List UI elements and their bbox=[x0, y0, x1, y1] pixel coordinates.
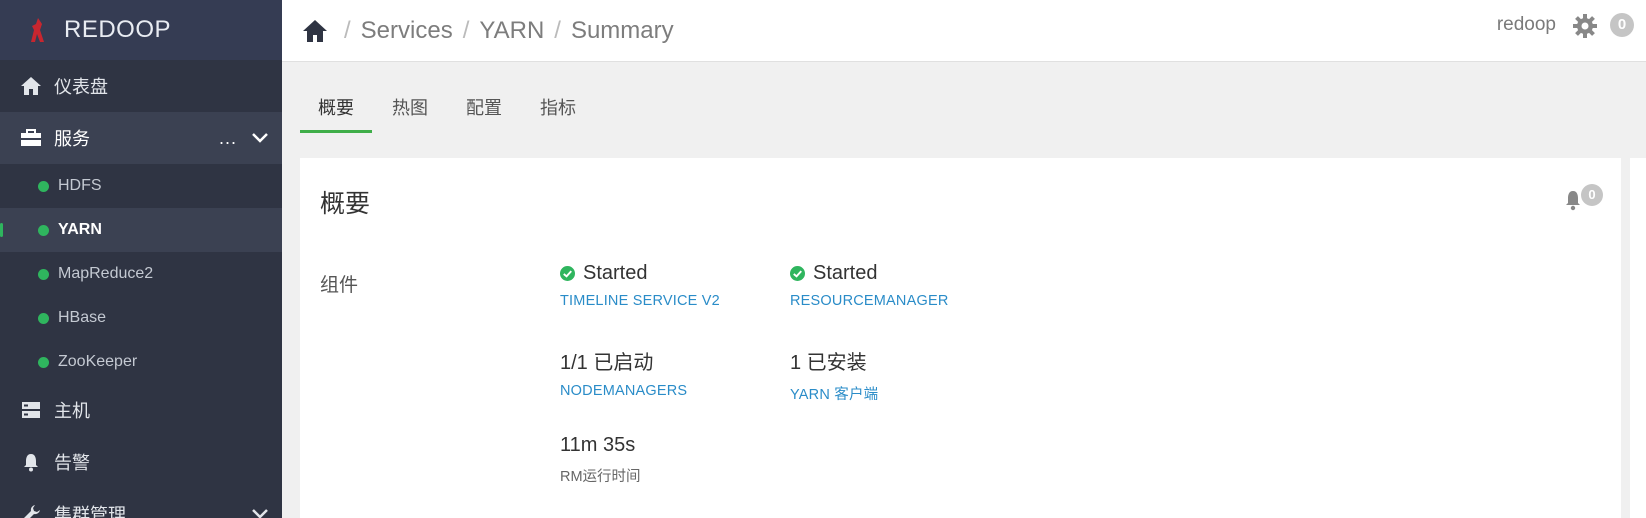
sidebar-item-label: 仪表盘 bbox=[54, 77, 108, 97]
bell-icon bbox=[1566, 191, 1580, 211]
more-actions-button[interactable]: ... bbox=[219, 128, 237, 149]
uptime-value: 11m 35s bbox=[560, 434, 636, 456]
alerts-indicator[interactable]: 0 bbox=[1563, 184, 1603, 211]
sidebar-service-hbase[interactable]: HBase bbox=[0, 296, 282, 340]
components-label: 组件 bbox=[320, 275, 359, 296]
sidebar-service-mapreduce2[interactable]: MapReduce2 bbox=[0, 252, 282, 296]
notification-count-badge[interactable]: 0 bbox=[1610, 13, 1634, 37]
status-dot-icon bbox=[38, 224, 49, 236]
status-text: Started bbox=[583, 262, 648, 284]
server-icon bbox=[20, 399, 42, 421]
panel-title: 概要 bbox=[320, 190, 371, 218]
gear-icon[interactable] bbox=[1572, 13, 1598, 39]
brand[interactable]: REDOOP bbox=[0, 0, 282, 60]
service-tabs: 概要 热图 配置 指标 bbox=[300, 88, 596, 133]
breadcrumb-yarn[interactable]: YARN bbox=[479, 17, 544, 45]
service-label: HBase bbox=[58, 309, 107, 326]
sidebar-item-label: 集群管理 bbox=[54, 505, 126, 518]
status-text: Started bbox=[813, 262, 878, 284]
home-icon bbox=[20, 75, 42, 97]
top-bar: / Services / YARN / Summary redoop 0 bbox=[282, 0, 1646, 62]
bell-icon bbox=[20, 451, 42, 473]
tab-summary[interactable]: 概要 bbox=[300, 88, 372, 133]
sidebar-service-zookeeper[interactable]: ZooKeeper bbox=[0, 340, 282, 384]
tab-metrics[interactable]: 指标 bbox=[522, 88, 594, 133]
sidebar-service-yarn[interactable]: YARN bbox=[0, 208, 282, 252]
sidebar-service-hdfs[interactable]: HDFS bbox=[0, 164, 282, 208]
chevron-down-icon[interactable] bbox=[250, 504, 270, 518]
breadcrumb-summary: Summary bbox=[570, 16, 674, 44]
status-dot-icon bbox=[38, 268, 49, 280]
home-icon[interactable] bbox=[302, 18, 328, 44]
status-text: 1 已安装 bbox=[790, 352, 867, 374]
tab-configs[interactable]: 配置 bbox=[448, 88, 520, 133]
sidebar-item-dashboard[interactable]: 仪表盘 bbox=[0, 60, 282, 112]
briefcase-icon bbox=[20, 127, 42, 149]
redoop-logo-icon bbox=[31, 18, 44, 42]
status-dot-icon bbox=[38, 356, 49, 368]
brand-name: REDOOP bbox=[64, 16, 172, 43]
service-label: ZooKeeper bbox=[58, 353, 138, 370]
component-nodemanagers: 1/1 已启动 NODEMANAGERS bbox=[560, 346, 687, 399]
tab-heatmap[interactable]: 热图 bbox=[374, 88, 446, 133]
sidebar-item-alerts[interactable]: 告警 bbox=[0, 436, 282, 488]
component-link[interactable]: RESOURCEMANAGER bbox=[790, 293, 949, 309]
service-label: YARN bbox=[58, 221, 102, 238]
user-menu[interactable]: redoop bbox=[1497, 14, 1556, 36]
breadcrumb-services[interactable]: Services bbox=[361, 17, 453, 45]
component-link[interactable]: TIMELINE SERVICE V2 bbox=[560, 293, 720, 309]
component-resourcemanager: Started RESOURCEMANAGER bbox=[790, 262, 949, 309]
sidebar-item-label: 主机 bbox=[54, 401, 90, 421]
service-label: HDFS bbox=[58, 177, 102, 194]
check-circle-icon bbox=[790, 266, 805, 281]
status-text: 1/1 已启动 bbox=[560, 352, 654, 374]
component-yarn-client: 1 已安装 YARN 客户端 bbox=[790, 346, 878, 404]
component-status: Started bbox=[560, 262, 720, 285]
uptime-label: RM运行时间 bbox=[560, 469, 641, 485]
breadcrumb: / Services / YARN / Summary bbox=[334, 17, 674, 45]
breadcrumb-separator: / bbox=[462, 16, 470, 44]
status-dot-icon bbox=[38, 180, 49, 192]
sidebar-item-hosts[interactable]: 主机 bbox=[0, 384, 282, 436]
summary-panel: 概要 0 组件 Started TIMELINE SERVICE V2 Star… bbox=[300, 158, 1621, 518]
alert-count-badge: 0 bbox=[1581, 184, 1603, 206]
right-panel-edge bbox=[1630, 158, 1646, 518]
component-link[interactable]: NODEMANAGERS bbox=[560, 383, 687, 399]
service-label: MapReduce2 bbox=[58, 265, 154, 282]
check-circle-icon bbox=[560, 266, 575, 281]
sidebar: REDOOP 仪表盘 服务 ... HDFS YARN MapReduce2 H… bbox=[0, 0, 282, 518]
wrench-icon bbox=[20, 503, 42, 518]
sidebar-item-cluster-admin[interactable]: 集群管理 bbox=[0, 488, 282, 518]
breadcrumb-separator: / bbox=[554, 16, 561, 44]
component-link[interactable]: YARN 客户端 bbox=[790, 383, 878, 404]
component-timeline-service: Started TIMELINE SERVICE V2 bbox=[560, 262, 720, 309]
status-dot-icon bbox=[38, 312, 49, 324]
rm-uptime: 11m 35s RM运行时间 bbox=[560, 434, 641, 486]
sidebar-item-label: 服务 bbox=[54, 129, 90, 149]
chevron-down-icon[interactable] bbox=[250, 128, 270, 148]
breadcrumb-separator: / bbox=[344, 16, 351, 44]
sidebar-item-label: 告警 bbox=[54, 453, 90, 473]
sidebar-item-services[interactable]: 服务 ... bbox=[0, 112, 282, 164]
component-status: Started bbox=[790, 262, 949, 285]
